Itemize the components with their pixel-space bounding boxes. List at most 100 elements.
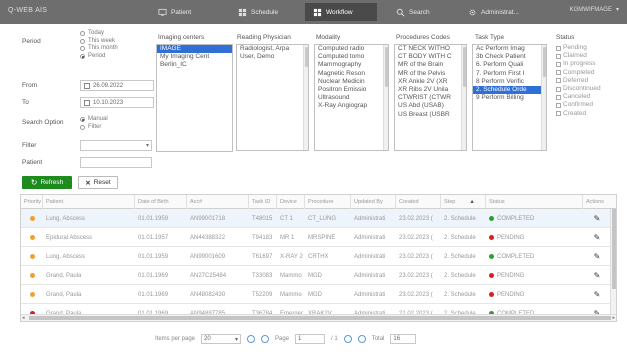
status-option-canceled[interactable]: Canceled xyxy=(556,93,601,101)
scrollbar-thumb[interactable] xyxy=(29,316,611,320)
list-option[interactable]: X-Ray Angiograp xyxy=(315,102,388,110)
list-option[interactable]: CTWRIST (CTWR xyxy=(395,94,466,102)
next-page-button[interactable] xyxy=(343,335,352,343)
scrollbar-thumb[interactable] xyxy=(543,47,546,77)
list-option[interactable]: 8 Perform Verific xyxy=(473,78,546,86)
table-row[interactable]: Epidural Abscess 01.01.1957 AN44388322 T941… xyxy=(21,228,611,247)
edit-icon[interactable]: ✎ xyxy=(594,252,601,261)
nav-tab-search[interactable]: Search xyxy=(388,3,438,21)
list-option[interactable]: 3b Check Patient xyxy=(473,53,546,61)
list-option[interactable]: My Imaging Cent xyxy=(157,53,232,61)
table-vertical-scrollbar[interactable] xyxy=(610,209,616,315)
list-option[interactable]: 2. Schedule Orde xyxy=(473,86,546,95)
search-option-manual[interactable]: Manual xyxy=(80,116,108,124)
list-option[interactable]: MR of the Brain xyxy=(395,61,466,69)
column-header-status[interactable]: Status xyxy=(486,195,583,209)
list-option[interactable]: US Breast (USBR xyxy=(395,111,466,119)
status-option-discontinued[interactable]: Discontinued xyxy=(556,85,601,93)
column-header-task-id[interactable]: Task ID xyxy=(249,195,277,209)
list-option[interactable]: Ultrasound xyxy=(315,94,388,102)
column-header-patient[interactable]: Patient xyxy=(43,195,135,209)
period-option-this-month[interactable]: This month xyxy=(80,45,118,53)
table-row[interactable]: Grand, Paula 01.01.1969 AN27C25484 T33083 Ma… xyxy=(21,266,611,285)
status-option-confirmed[interactable]: Confirmed xyxy=(556,101,601,109)
scrollbar-thumb[interactable] xyxy=(463,47,466,87)
list-option[interactable]: Ac Perform Imag xyxy=(473,45,546,53)
search-option-filter[interactable]: Filter xyxy=(80,124,108,132)
table-row[interactable]: Lung, Abscess 01.01.1959 AN99001718 T48015 C… xyxy=(21,209,611,228)
column-header-acc[interactable]: Acc# xyxy=(187,195,249,209)
modality-list[interactable]: Computed radio Computed tomo Mammography… xyxy=(314,44,389,151)
list-option[interactable]: 9 Perform Billing xyxy=(473,94,546,102)
column-header-device[interactable]: Device xyxy=(277,195,305,209)
status-option-claimed[interactable]: Claimed xyxy=(556,52,601,60)
scroll-right-icon[interactable]: ▸ xyxy=(612,315,615,321)
list-option[interactable]: Mammography xyxy=(315,61,388,69)
list-option[interactable]: CT BODY WITH C xyxy=(395,53,466,61)
scrollbar[interactable] xyxy=(461,45,466,150)
edit-icon[interactable]: ✎ xyxy=(594,290,601,299)
list-option[interactable]: Magnetic Reson xyxy=(315,70,388,78)
refresh-button[interactable]: ↻ Refresh xyxy=(22,176,72,189)
list-option[interactable]: 6. Perform Quali xyxy=(473,61,546,69)
status-option-pending[interactable]: Pending xyxy=(556,44,601,52)
reading-physician-list[interactable]: Radiologist, Arpa User, Demo xyxy=(236,44,309,151)
edit-icon[interactable]: ✎ xyxy=(594,233,601,242)
column-header-procedure[interactable]: Procedure xyxy=(305,195,351,209)
nav-tab-patient[interactable]: Patient xyxy=(150,3,199,21)
list-option[interactable]: Radiologist, Arpa xyxy=(237,45,308,53)
filter-select[interactable] xyxy=(80,140,152,151)
period-option-this-week[interactable]: This week xyxy=(80,38,118,46)
edit-icon[interactable]: ✎ xyxy=(594,214,601,223)
table-row[interactable]: Grand, Paula 01.01.1969 AN48082430 T52209 Ma… xyxy=(21,285,611,304)
list-option[interactable]: Nuclear Medicin xyxy=(315,78,388,86)
column-header-priority[interactable]: Priority xyxy=(21,195,43,209)
list-option[interactable]: Positron Emissio xyxy=(315,86,388,94)
nav-tab-schedule[interactable]: Schedule xyxy=(230,3,286,21)
items-per-page-select[interactable]: 20 ▾ xyxy=(201,334,242,344)
list-option[interactable]: 7. Perform First I xyxy=(473,70,546,78)
status-option-completed[interactable]: Completed xyxy=(556,69,601,77)
procedure-codes-list[interactable]: CT NECK WITHO CT BODY WITH C MR of the B… xyxy=(394,44,467,151)
page-number-input[interactable]: 1 xyxy=(295,334,326,344)
list-option[interactable]: Computed tomo xyxy=(315,53,388,61)
edit-icon[interactable]: ✎ xyxy=(594,271,601,280)
list-option[interactable]: XR Ribs 2V Unila xyxy=(395,86,466,94)
scrollbar-thumb[interactable] xyxy=(385,47,388,87)
list-option[interactable]: Computed radio xyxy=(315,45,388,53)
scrollbar[interactable] xyxy=(303,45,308,150)
scroll-left-icon[interactable]: ◂ xyxy=(22,315,25,321)
patient-input[interactable] xyxy=(80,157,152,168)
status-option-deferred[interactable]: Deferred xyxy=(556,77,601,85)
list-option[interactable]: XR Ankle 2V (XR xyxy=(395,78,466,86)
nav-tab-workflow[interactable]: Workflow xyxy=(305,3,377,21)
status-option-created[interactable]: Created xyxy=(556,110,601,118)
status-option-in-progress[interactable]: In progress xyxy=(556,60,601,68)
reset-button[interactable]: ✕ Reset xyxy=(78,176,118,189)
first-page-button[interactable] xyxy=(247,335,256,343)
list-option[interactable]: User, Demo xyxy=(237,53,308,61)
to-date-input[interactable]: 10.10.2023 xyxy=(80,97,154,108)
period-option-period[interactable]: Period xyxy=(80,53,118,61)
column-header-step[interactable]: Step ▲ xyxy=(441,195,486,209)
period-option-today[interactable]: Today xyxy=(80,30,118,38)
list-option[interactable]: IMAGE xyxy=(157,45,232,54)
previous-page-button[interactable] xyxy=(261,335,270,343)
table-row[interactable]: Lung, Abscess 01.01.1959 AN99001609 T61697 X… xyxy=(21,247,611,266)
list-option[interactable]: Berlin_IC xyxy=(157,61,232,69)
task-type-list[interactable]: Ac Perform Imag 3b Check Patient 6. Perf… xyxy=(472,44,547,151)
list-option[interactable]: MR of the Pelvis xyxy=(395,70,466,78)
scrollbar[interactable] xyxy=(541,45,546,150)
scrollbar[interactable] xyxy=(383,45,388,150)
from-date-input[interactable]: 26.09.2022 xyxy=(80,80,154,91)
list-option[interactable]: US Abd (USAB) xyxy=(395,102,466,110)
imaging-centers-list[interactable]: IMAGE My Imaging Cent Berlin_IC xyxy=(156,44,233,152)
last-page-button[interactable] xyxy=(357,335,366,343)
scrollbar-thumb[interactable] xyxy=(612,209,616,289)
column-header-dob[interactable]: Date of Birth xyxy=(135,195,187,209)
list-option[interactable]: CT NECK WITHO xyxy=(395,45,466,53)
scrollbar-thumb[interactable] xyxy=(305,47,308,67)
column-header-updated-by[interactable]: Updated By xyxy=(351,195,396,209)
column-header-created[interactable]: Created xyxy=(396,195,441,209)
table-horizontal-scrollbar[interactable]: ◂ ▸ xyxy=(21,314,616,321)
